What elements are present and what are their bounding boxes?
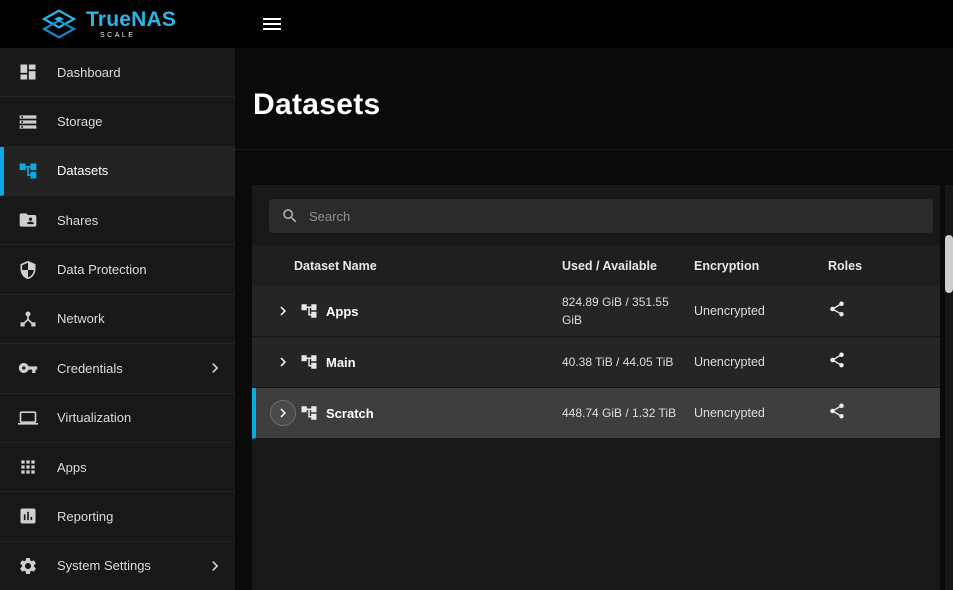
table-row-selected[interactable]: Scratch 448.74 GiB / 1.32 TiB Unencrypte… <box>252 388 940 439</box>
used-available-value: 448.74 GiB / 1.32 TiB <box>562 404 684 422</box>
header-used-available: Used / Available <box>562 259 657 273</box>
encryption-status: Unencrypted <box>694 304 828 318</box>
brand-text: TrueNAS SCALE <box>86 9 176 39</box>
sidebar-item-label: Virtualization <box>57 410 131 425</box>
bar-chart-icon <box>18 506 38 526</box>
sidebar-item-label: Storage <box>57 114 103 129</box>
truenas-logo-icon <box>40 9 78 39</box>
sidebar-item-virtualization[interactable]: Virtualization <box>0 394 235 443</box>
truenas-logo[interactable]: TrueNAS SCALE <box>0 0 235 48</box>
sidebar-item-storage[interactable]: Storage <box>0 97 235 146</box>
header-encryption: Encryption <box>694 259 759 273</box>
header-roles: Roles <box>828 259 862 273</box>
sidebar-item-shares[interactable]: Shares <box>0 196 235 245</box>
sidebar-item-label: System Settings <box>57 558 151 573</box>
sidebar-item-apps[interactable]: Apps <box>0 443 235 492</box>
encryption-status: Unencrypted <box>694 406 828 420</box>
shield-icon <box>18 260 38 280</box>
sidebar: Dashboard Storage Datasets Shares Data P <box>0 48 235 590</box>
network-hub-icon <box>18 309 38 329</box>
sidebar-item-label: Data Protection <box>57 262 147 277</box>
main-content: Datasets Dataset Name Used / Available E… <box>235 48 953 590</box>
page-title: Datasets <box>253 88 953 122</box>
sidebar-item-label: Network <box>57 311 105 326</box>
shared-folder-icon <box>18 210 38 230</box>
datasets-table: Dataset Name Used / Available Encryption… <box>252 246 940 439</box>
gear-icon <box>18 556 38 576</box>
monitor-icon <box>18 408 38 428</box>
dataset-icon <box>300 302 318 320</box>
top-bar: TrueNAS SCALE <box>0 0 953 48</box>
table-header-row: Dataset Name Used / Available Encryption… <box>252 246 940 286</box>
sidebar-item-system-settings[interactable]: System Settings <box>0 542 235 590</box>
datasets-tree-icon <box>18 161 38 181</box>
dataset-icon <box>300 404 318 422</box>
sidebar-item-network[interactable]: Network <box>0 295 235 344</box>
dataset-name: Main <box>326 355 356 370</box>
scrollbar-track[interactable] <box>945 185 953 590</box>
hamburger-menu-icon[interactable] <box>257 12 287 36</box>
header-dataset-name: Dataset Name <box>270 259 377 273</box>
dataset-name: Scratch <box>326 406 374 421</box>
sidebar-item-label: Apps <box>57 460 87 475</box>
sidebar-item-label: Shares <box>57 213 98 228</box>
used-available-value: 40.38 TiB / 44.05 TiB <box>562 353 684 371</box>
sidebar-item-credentials[interactable]: Credentials <box>0 344 235 393</box>
app-shell: Dashboard Storage Datasets Shares Data P <box>0 48 953 590</box>
sidebar-item-label: Credentials <box>57 361 123 376</box>
brand-subtitle: SCALE <box>100 32 176 39</box>
used-available-value: 824.89 GiB / 351.55 GiB <box>562 293 684 329</box>
brand-name: TrueNAS <box>86 9 176 30</box>
storage-icon <box>18 112 38 132</box>
apps-grid-icon <box>18 457 38 477</box>
encryption-status: Unencrypted <box>694 355 828 369</box>
chevron-right-icon <box>205 358 225 378</box>
sidebar-item-reporting[interactable]: Reporting <box>0 492 235 541</box>
scrollbar-thumb[interactable] <box>945 235 953 293</box>
sidebar-item-dashboard[interactable]: Dashboard <box>0 48 235 97</box>
sidebar-item-data-protection[interactable]: Data Protection <box>0 245 235 294</box>
table-row[interactable]: Apps 824.89 GiB / 351.55 GiB Unencrypted <box>252 286 940 337</box>
chevron-right-icon <box>205 556 225 576</box>
share-icon[interactable] <box>828 402 848 422</box>
key-icon <box>18 358 38 378</box>
expand-chevron-icon[interactable] <box>270 400 296 426</box>
expand-chevron-icon[interactable] <box>270 349 296 375</box>
share-icon[interactable] <box>828 351 848 371</box>
search-input[interactable] <box>309 209 921 224</box>
table-row[interactable]: Main 40.38 TiB / 44.05 TiB Unencrypted <box>252 337 940 388</box>
search-icon <box>281 207 299 225</box>
sidebar-item-label: Reporting <box>57 509 113 524</box>
sidebar-item-label: Dashboard <box>57 65 121 80</box>
dashboard-icon <box>18 62 38 82</box>
sidebar-item-datasets[interactable]: Datasets <box>0 147 235 196</box>
expand-chevron-icon[interactable] <box>270 298 296 324</box>
share-icon[interactable] <box>828 300 848 320</box>
datasets-panel: Dataset Name Used / Available Encryption… <box>252 185 940 590</box>
sidebar-item-label: Datasets <box>57 163 108 178</box>
dataset-icon <box>300 353 318 371</box>
page-header: Datasets <box>235 48 953 150</box>
dataset-name: Apps <box>326 304 359 319</box>
search-bar[interactable] <box>269 199 933 233</box>
